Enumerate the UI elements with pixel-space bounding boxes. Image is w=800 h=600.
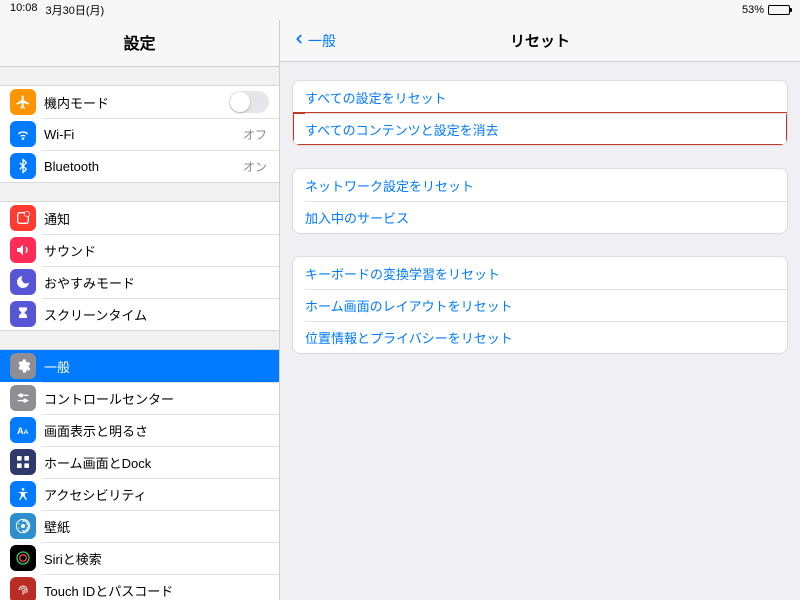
chevron-left-icon [292,32,306,49]
reset-option-label: キーボードの変換学習をリセット [305,264,500,283]
wifi-icon [10,121,36,147]
sidebar-item-value: オン [243,158,267,175]
notifications-icon [10,205,36,231]
reset-option-label: ネットワーク設定をリセット [305,176,474,195]
sidebar-item-label: アクセシビリティ [44,485,269,504]
airplane-icon [10,89,36,115]
sidebar-item-label: Siriと検索 [44,549,269,568]
sidebar-item-label: Bluetooth [44,159,243,174]
detail-pane: 一般 リセット すべての設定をリセットすべてのコンテンツと設定を消去ネットワーク… [280,20,800,600]
reset-option[interactable]: すべての設定をリセット [293,81,787,113]
wallpaper-icon [10,513,36,539]
sidebar-item-label: 壁紙 [44,517,269,536]
sound-icon [10,237,36,263]
sidebar-item[interactable]: スクリーンタイム [0,298,279,330]
reset-option[interactable]: ネットワーク設定をリセット [293,169,787,201]
reset-option-label: ホーム画面のレイアウトをリセット [305,296,513,315]
hourglass-icon [10,301,36,327]
detail-header: 一般 リセット [280,20,800,62]
sidebar-item-label: コントロールセンター [44,389,269,408]
reset-option-label: すべてのコンテンツと設定を消去 [305,120,499,139]
sidebar-item-label: スクリーンタイム [44,305,269,324]
sidebar-item[interactable]: Touch IDとパスコード [0,574,279,600]
sliders-icon [10,385,36,411]
sidebar-item-label: 通知 [44,209,269,228]
grid-icon [10,449,36,475]
back-button[interactable]: 一般 [286,20,342,61]
settings-sidebar: 設定 機内モードWi-FiオフBluetoothオン通知サウンドおやすみモードス… [0,20,280,600]
sidebar-item-label: 一般 [44,357,269,376]
reset-option[interactable]: すべてのコンテンツと設定を消去 [293,113,787,145]
sidebar-item[interactable]: アクセシビリティ [0,478,279,510]
detail-title: リセット [510,30,570,51]
sidebar-item[interactable]: 機内モード [0,86,279,118]
sidebar-item[interactable]: サウンド [0,234,279,266]
sidebar-item-label: 機内モード [44,93,229,112]
sidebar-item-label: おやすみモード [44,273,269,292]
reset-option[interactable]: 位置情報とプライバシーをリセット [293,321,787,353]
sidebar-item[interactable]: コントロールセンター [0,382,279,414]
sidebar-title: 設定 [0,20,279,67]
battery-icon [768,5,790,15]
back-label: 一般 [308,31,336,51]
sidebar-item[interactable]: 通知 [0,202,279,234]
status-date: 3月30日(月) [46,2,105,18]
gear-icon [10,353,36,379]
reset-option[interactable]: 加入中のサービス [293,201,787,233]
sidebar-item[interactable]: 壁紙 [0,510,279,542]
toggle-switch[interactable] [229,91,269,113]
sidebar-item[interactable]: Siriと検索 [0,542,279,574]
sidebar-item-label: サウンド [44,241,269,260]
sidebar-item-label: ホーム画面とDock [44,453,269,472]
touchid-icon [10,577,36,600]
sidebar-item-label: 画面表示と明るさ [44,421,269,440]
svg-text:A: A [24,429,29,436]
sidebar-item[interactable]: ホーム画面とDock [0,446,279,478]
reset-option[interactable]: ホーム画面のレイアウトをリセット [293,289,787,321]
sidebar-item[interactable]: Wi-Fiオフ [0,118,279,150]
siri-icon [10,545,36,571]
reset-option-label: 加入中のサービス [305,208,409,227]
reset-option-label: 位置情報とプライバシーをリセット [305,328,513,347]
bluetooth-icon [10,153,36,179]
sidebar-item[interactable]: AA 画面表示と明るさ [0,414,279,446]
sidebar-item-label: Touch IDとパスコード [44,581,269,600]
reset-option-label: すべての設定をリセット [305,88,447,107]
sidebar-item[interactable]: おやすみモード [0,266,279,298]
accessibility-icon [10,481,36,507]
moon-icon [10,269,36,295]
reset-option[interactable]: キーボードの変換学習をリセット [293,257,787,289]
sidebar-item-value: オフ [243,126,267,143]
battery-percent: 53% [742,4,764,16]
textsize-icon: AA [10,417,36,443]
sidebar-item[interactable]: Bluetoothオン [0,150,279,182]
sidebar-item-label: Wi-Fi [44,127,243,142]
status-time: 10:08 [10,2,38,18]
status-bar: 10:08 3月30日(月) 53% [0,0,800,20]
sidebar-item[interactable]: 一般 [0,350,279,382]
svg-text:A: A [17,426,24,436]
